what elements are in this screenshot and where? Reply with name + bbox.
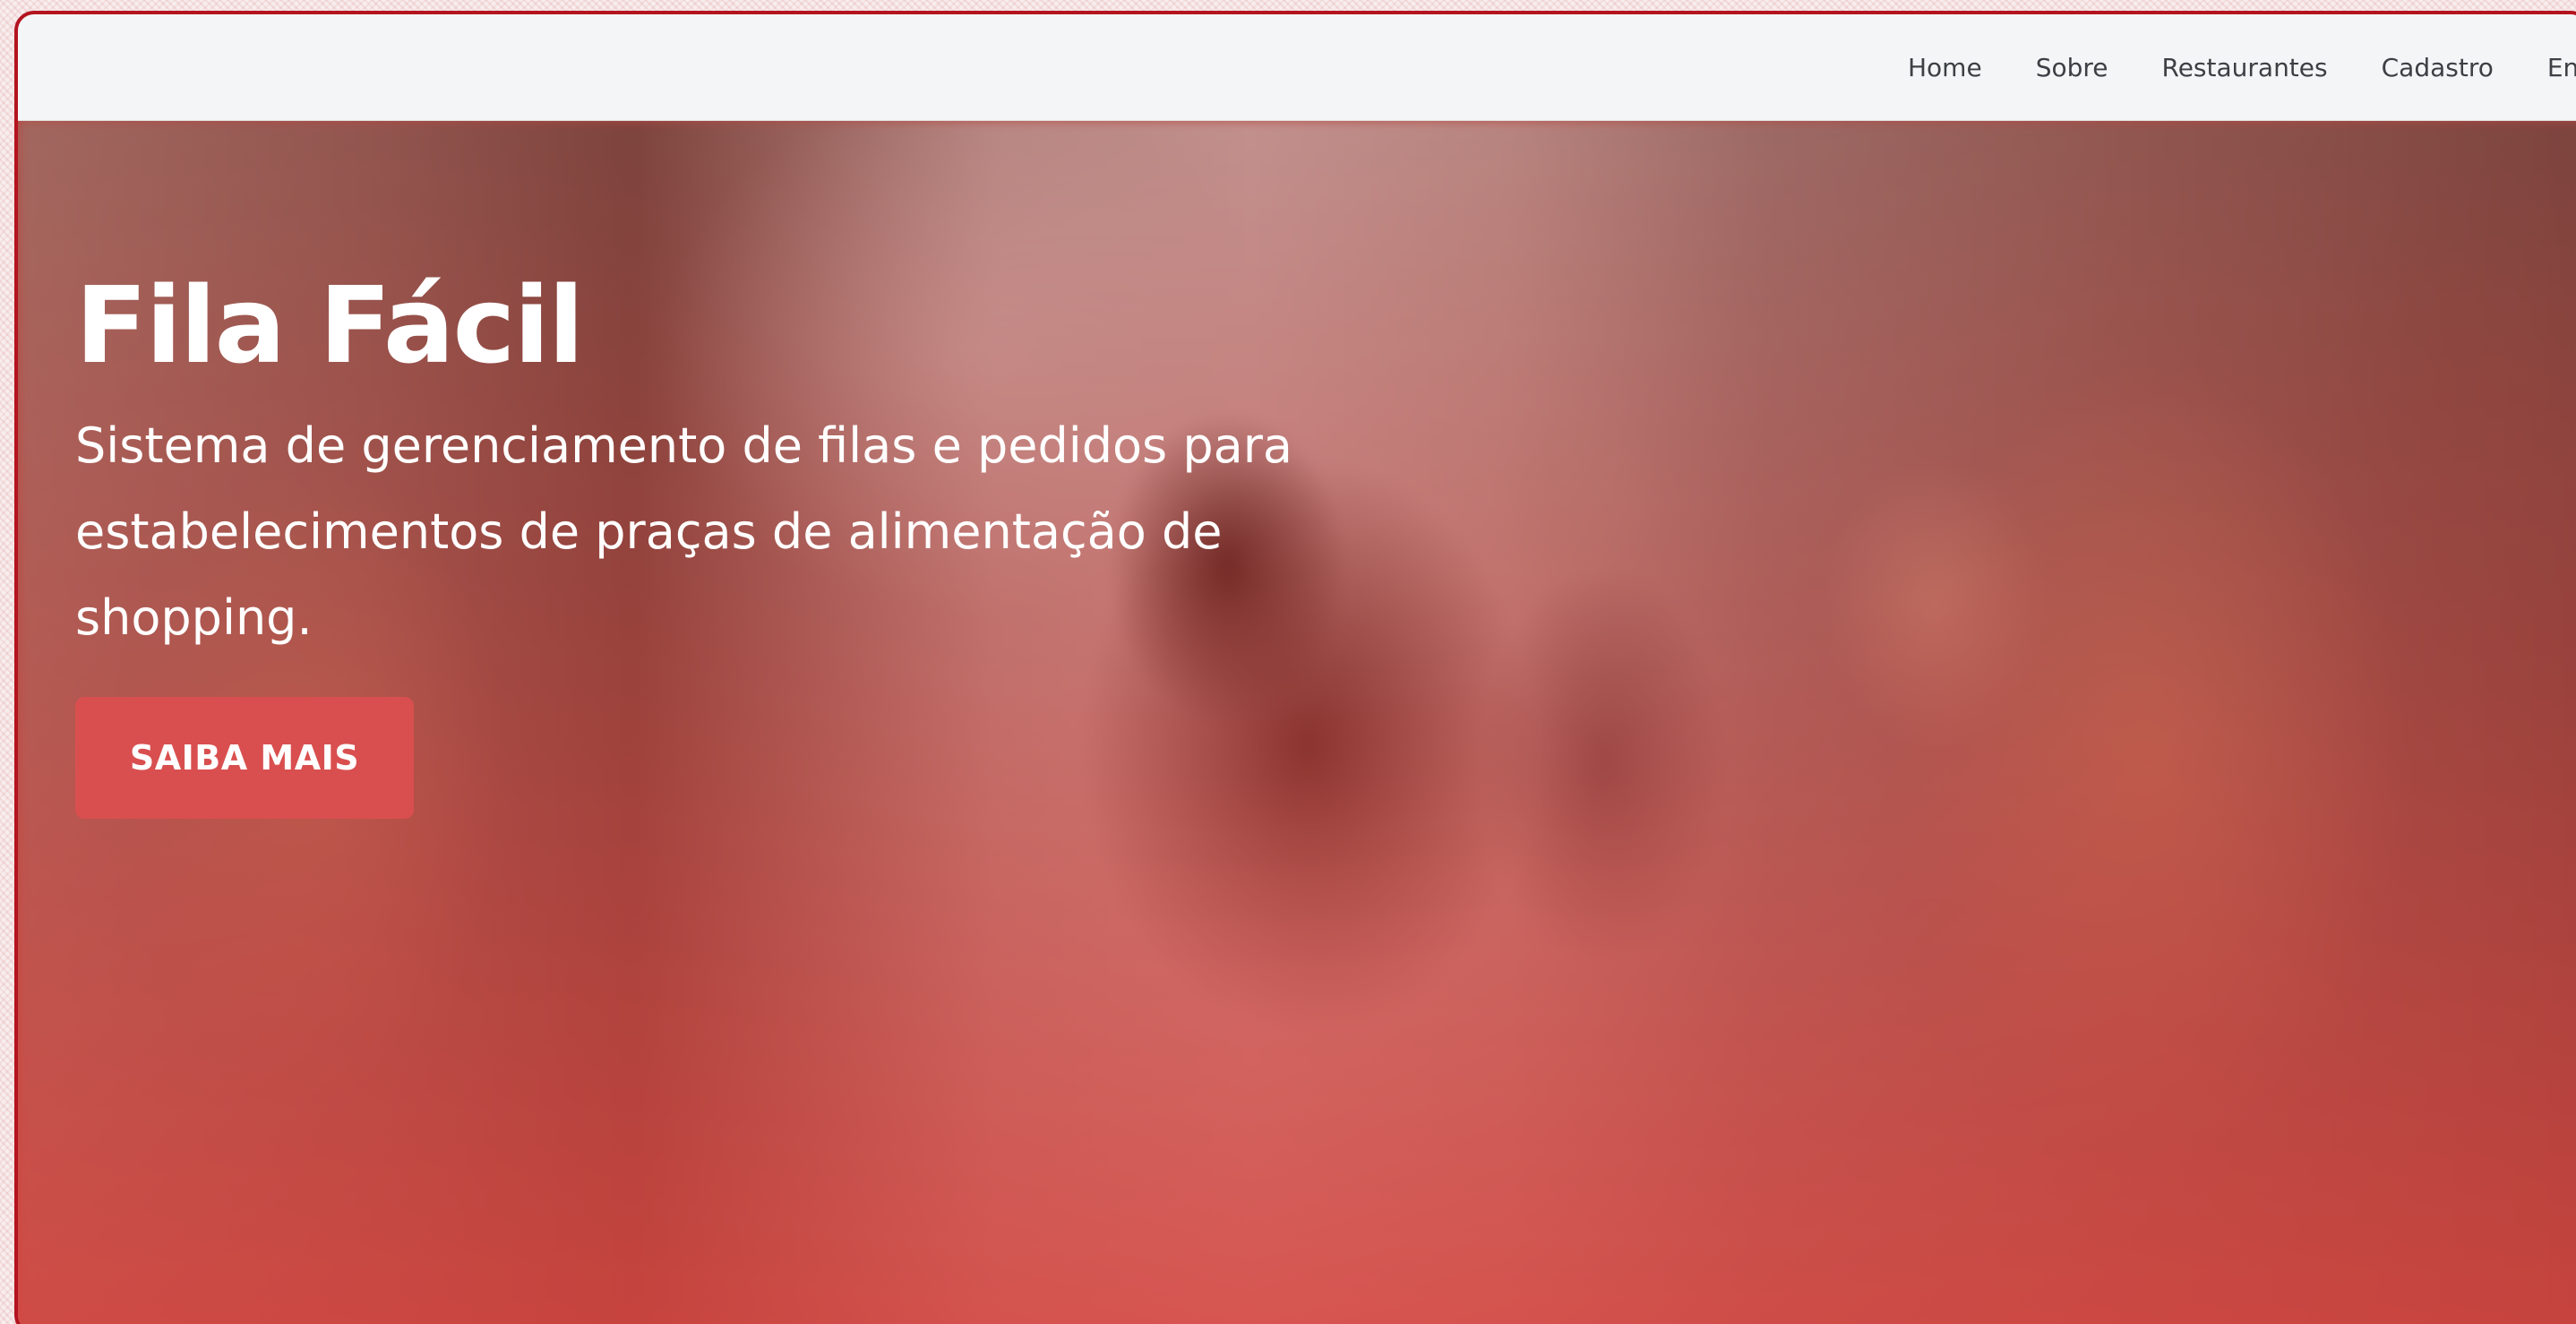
navbar: Home Sobre Restaurantes Cadastro En: [18, 14, 2576, 121]
nav-link-sobre[interactable]: Sobre: [2036, 53, 2108, 82]
hero-section: Fila Fácil Sistema de gerenciamento de f…: [18, 120, 2576, 1324]
hero-content: Fila Fácil Sistema de gerenciamento de f…: [75, 272, 1473, 819]
nav-link-cadastro[interactable]: Cadastro: [2382, 53, 2494, 82]
saiba-mais-button[interactable]: SAIBA MAIS: [75, 697, 414, 819]
nav-link-home[interactable]: Home: [1908, 53, 1982, 82]
nav-link-restaurantes[interactable]: Restaurantes: [2162, 53, 2328, 82]
browser-frame: Home Sobre Restaurantes Cadastro En Fila…: [14, 11, 2576, 1324]
nav-link-entrar[interactable]: En: [2547, 53, 2576, 82]
hero-title: Fila Fácil: [75, 263, 584, 387]
nav-links: Home Sobre Restaurantes Cadastro En: [1908, 14, 2576, 120]
hero-subtitle: Sistema de gerenciamento de filas e pedi…: [75, 417, 1293, 646]
